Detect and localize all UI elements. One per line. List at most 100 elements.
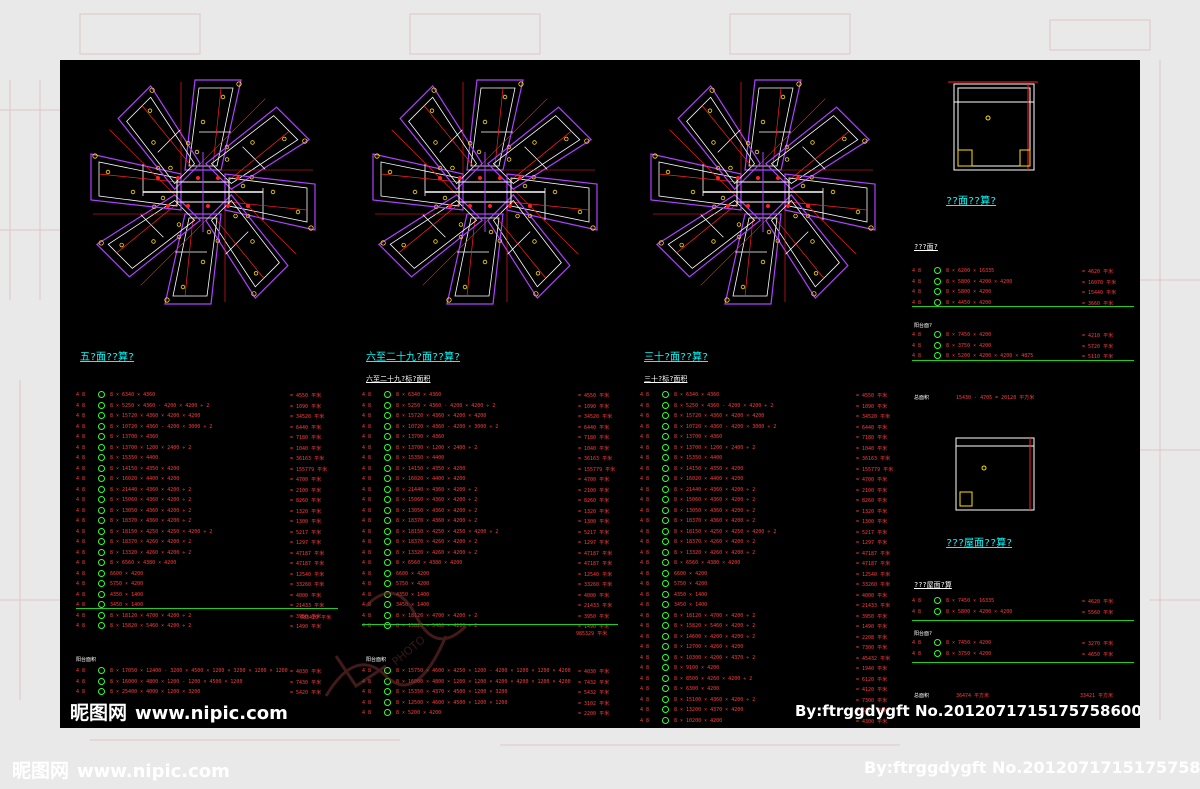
wing-outline — [109, 84, 201, 196]
row-index-circle-icon — [662, 412, 669, 419]
row-prefix: 4 8 — [640, 644, 650, 650]
wing-outline — [377, 194, 489, 286]
row-result: = 6440 平米 — [578, 424, 610, 431]
row-prefix: 4 8 — [362, 528, 372, 535]
row-prefix: 4 8 — [640, 444, 650, 451]
row-prefix: 4 8 — [76, 402, 86, 409]
calc-row: 4 8 6600 × 4200 = 12540 平米 — [640, 569, 904, 580]
row-prefix: 4 8 — [640, 528, 650, 535]
row-result: = 3950 平米 — [856, 613, 888, 620]
row-result: = 1040 平米 — [578, 445, 610, 452]
row-index-circle-icon — [662, 674, 669, 682]
detail-plan-1 — [948, 81, 1038, 171]
row-prefix: 4 8 — [640, 560, 650, 566]
row-index-circle-icon — [98, 485, 105, 493]
calc-row: 4 8 8 × 7450 × 16335 = 4620 平米 — [912, 596, 1134, 607]
row-index-circle-icon — [662, 454, 669, 461]
row-prefix: 4 8 — [912, 608, 922, 615]
row-expression: 8 × 15060 × 4360 × 4200 ÷ 2 — [110, 497, 192, 503]
outer-watermark-brand-name: 昵图网 — [12, 760, 70, 782]
row-prefix: 4 8 — [640, 675, 650, 682]
row-result: = 1090 平米 — [856, 403, 888, 410]
row-result: = 4620 平米 — [1082, 269, 1114, 275]
detail-2-title: ???屋面??算? — [946, 538, 1013, 549]
row-index-circle-icon — [662, 496, 669, 503]
row-prefix: 4 8 — [640, 413, 650, 419]
row-index-circle-icon — [934, 267, 941, 274]
row-result: = 1300 平米 — [578, 519, 610, 525]
row-prefix: 4 8 — [640, 686, 650, 692]
calc-row: 4 8 8 × 13320 × 4260 × 4200 ÷ 2 = 47187 平米 — [640, 548, 904, 559]
panel-1-heading: 五?面??算? — [80, 352, 135, 363]
row-expression: 6600 × 4200 — [110, 570, 144, 577]
row-expression: 8 × 21440 × 4360 × 4200 ÷ 2 — [110, 486, 192, 493]
row-prefix: 4 8 — [362, 507, 372, 514]
row-index-circle-icon — [934, 341, 941, 349]
row-result: = 47187 平米 — [578, 550, 613, 557]
calc-row: 4 8 8 × 13700 × 1200 × 2400 ÷ 2 = 1040 平米 — [362, 443, 618, 454]
row-prefix: 4 8 — [76, 560, 86, 566]
row-index-circle-icon — [662, 653, 669, 661]
detail-1-label2: 阳台面? — [914, 323, 933, 329]
row-prefix: 4 8 — [362, 465, 372, 472]
calc-row: 4 8 5750 × 4200 = 33260 平米 — [640, 579, 904, 590]
row-expression: 3450 × 1400 — [674, 602, 708, 608]
row-index-circle-icon — [662, 485, 669, 493]
row-result: = 4000 平米 — [578, 592, 610, 599]
row-prefix: 4 8 — [912, 332, 922, 338]
calc-row: 4 8 8 × 13050 × 4360 × 4200 ÷ 2 = 1320 平米 — [640, 506, 904, 517]
row-index-circle-icon — [98, 569, 105, 577]
row-result: = 2200 平米 — [578, 711, 610, 717]
row-result: = 8260 平米 — [578, 498, 610, 504]
outer-watermark-brand: 昵图网 www.nipic.com — [12, 756, 230, 783]
calc-row: 4 8 8 × 18370 × 4260 × 4200 × 2 = 1297 平米 — [640, 537, 904, 548]
row-prefix: 4 8 — [362, 476, 372, 482]
row-index-circle-icon — [384, 538, 391, 545]
row-result: = 5110 平米 — [1082, 354, 1114, 360]
row-index-circle-icon — [98, 527, 105, 535]
row-prefix: 4 8 — [640, 612, 650, 619]
row-result: = 2100 平米 — [290, 487, 322, 494]
row-expression: 8 × 12700 × 4260 × 4200 — [674, 644, 744, 650]
row-prefix: 4 8 — [362, 423, 372, 430]
row-result: = 4000 平米 — [856, 592, 888, 599]
row-expression: 8 × 13320 × 4260 × 4200 ÷ 2 — [110, 549, 192, 556]
wing-outline — [205, 188, 297, 300]
row-prefix: 4 8 — [640, 465, 650, 472]
row-prefix: 4 8 — [640, 455, 650, 461]
row-expression: 8 × 13700 × 4360 — [674, 434, 723, 440]
row-result: = 45432 平米 — [856, 655, 891, 662]
calc-row: 4 8 8 × 13700 × 1200 × 2400 ÷ 2 = 1040 平米 — [76, 443, 338, 454]
row-prefix: 4 8 — [362, 413, 372, 419]
row-result: = 8260 平米 — [290, 498, 322, 504]
calc-row: 4 8 8 × 10720 × 4360 - 4200 × 3000 ÷ 2 = 6… — [76, 422, 338, 433]
row-expression: 8 × 10720 × 4360 - 4200 × 3000 ÷ 2 — [110, 423, 213, 430]
row-result: = 33260 平米 — [856, 582, 891, 588]
row-prefix: 4 8 — [362, 444, 372, 451]
row-index-circle-icon — [384, 485, 391, 493]
row-prefix: 4 8 — [640, 602, 650, 608]
row-index-circle-icon — [662, 632, 669, 640]
row-result: = 3270 平米 — [1082, 641, 1114, 647]
wing-outline — [95, 194, 207, 286]
row-prefix: 4 8 — [76, 413, 86, 419]
row-expression: 8 × 15100 × 4360 × 4200 ÷ 2 — [674, 696, 756, 703]
row-result: = 4650 平米 — [1082, 651, 1114, 658]
row-result: = 47187 平米 — [578, 561, 613, 567]
row-index-circle-icon — [98, 464, 105, 472]
row-result: = 15440 平米 — [1082, 290, 1117, 296]
row-result: = 1320 平米 — [290, 508, 322, 515]
cad-canvas[interactable]: 五?面??算? 4 8 8 × 6340 × 4360 = 4550 平米 4 8 8 … — [60, 60, 1140, 728]
row-result: = 5217 平米 — [856, 529, 888, 536]
row-expression: 4350 × 1400 — [674, 591, 708, 598]
row-index-circle-icon — [662, 664, 669, 671]
row-expression: 8 × 18120 × 4700 × 4200 ÷ 2 — [110, 612, 192, 619]
row-prefix: 4 8 — [76, 465, 86, 472]
row-expression: 8 × 13700 × 1200 × 2400 ÷ 2 — [110, 444, 192, 451]
row-expression: 8 × 5200 × 4200 × 4200 × 4875 — [946, 353, 1034, 359]
row-prefix: 4 8 — [362, 402, 372, 409]
row-prefix: 4 8 — [640, 717, 650, 724]
row-index-circle-icon — [662, 706, 669, 713]
row-index-circle-icon — [384, 454, 391, 461]
row-result: = 12540 平米 — [578, 571, 613, 578]
